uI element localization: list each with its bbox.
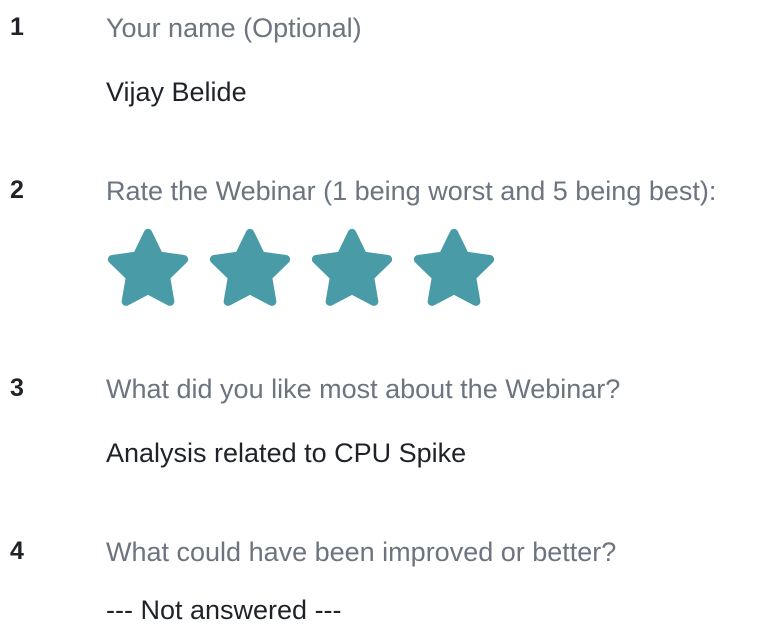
answer-text: Analysis related to CPU Spike	[106, 438, 467, 468]
answer-text: --- Not answered ---	[106, 595, 342, 625]
star-icon	[308, 223, 396, 311]
question-text: Your name (Optional)	[106, 13, 362, 43]
question-number: 3	[10, 374, 24, 402]
question-number: 4	[10, 537, 24, 565]
question-number: 2	[10, 176, 24, 204]
question-text: Rate the Webinar (1 being worst and 5 be…	[106, 176, 717, 206]
question-text: What did you like most about the Webinar…	[106, 374, 621, 404]
star-icon	[410, 223, 498, 311]
star-rating	[104, 223, 498, 311]
question-number: 1	[10, 13, 24, 41]
answer-text: Vijay Belide	[106, 77, 247, 107]
star-icon	[206, 223, 294, 311]
survey-responses: 1 Your name (Optional) Vijay Belide 2 Ra…	[0, 0, 777, 626]
star-icon	[104, 223, 192, 311]
question-text: What could have been improved or better?	[106, 537, 617, 567]
